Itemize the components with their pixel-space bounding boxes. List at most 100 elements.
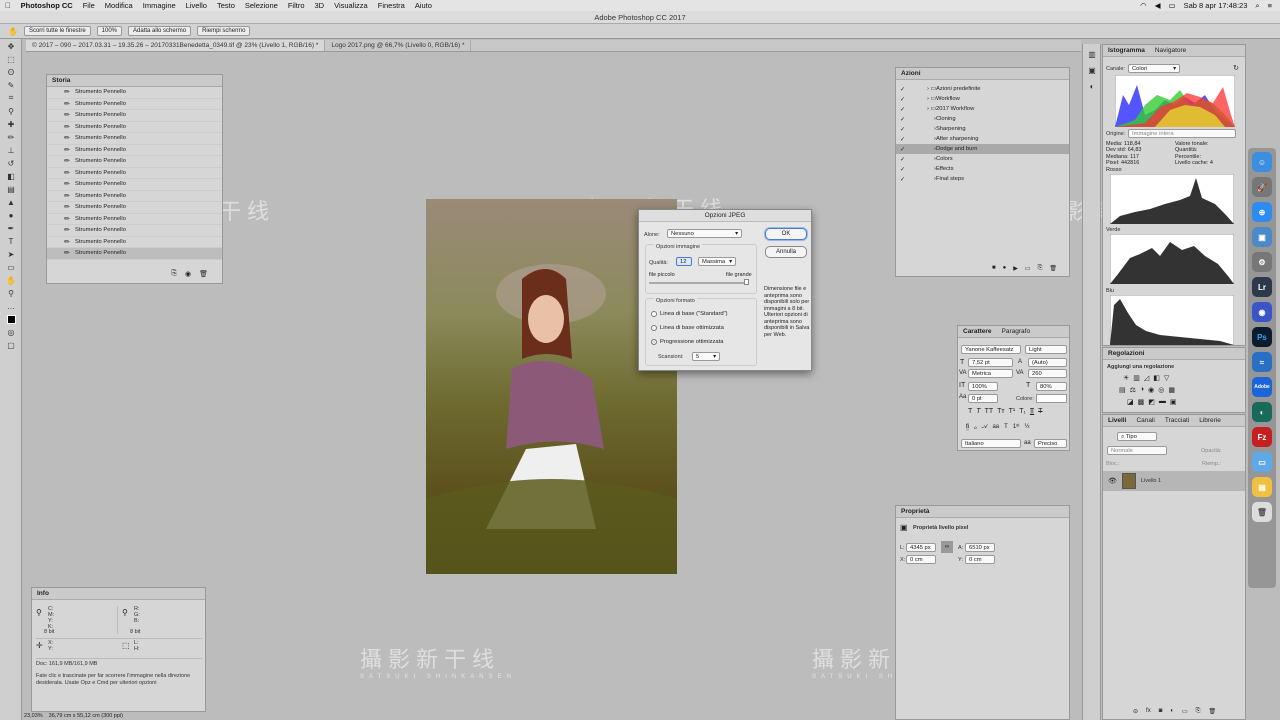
check-icon[interactable]: ✓ <box>900 136 905 143</box>
exposure-icon[interactable]: ◧ <box>1153 374 1160 382</box>
menu-filtro[interactable]: Filtro <box>283 1 310 10</box>
bw-icon[interactable]: ◑ <box>1140 386 1144 394</box>
folder-icon[interactable]: ▭ <box>1252 452 1272 472</box>
brush-tool-icon[interactable]: ✏ <box>3 131 19 143</box>
siri-icon[interactable]: ◉ <box>1252 302 1272 322</box>
gradient-map-icon[interactable]: ▬ <box>1159 398 1166 406</box>
channel-mixer-icon[interactable]: ◎ <box>1158 386 1164 394</box>
crop-tool-icon[interactable]: ⌗ <box>3 92 19 104</box>
photo-filter-icon[interactable]: ◉ <box>1148 386 1154 394</box>
pen-tool-icon[interactable]: ✒ <box>3 222 19 234</box>
action-item[interactable]: ✓ › Effects <box>896 164 1069 174</box>
threshold-icon[interactable]: ◩ <box>1148 398 1155 406</box>
photoshop-icon[interactable]: Ps <box>1252 327 1272 347</box>
delete-layer-icon[interactable]: 🗑 <box>1208 708 1216 715</box>
action-item[interactable]: ✓ › ▭ Workflow <box>896 94 1069 104</box>
leading-select[interactable]: (Auto) <box>1028 358 1067 367</box>
color-balance-icon[interactable]: ⚖ <box>1130 386 1136 394</box>
faux-bold-icon[interactable]: T <box>968 408 972 415</box>
menu-aiuto[interactable]: Aiuto <box>410 1 437 10</box>
kerning-select[interactable]: Metrica <box>968 369 1013 378</box>
record-icon[interactable]: ● <box>1003 265 1007 272</box>
menu-testo[interactable]: Testo <box>212 1 240 10</box>
adjustments-icon[interactable]: ◐ <box>1084 80 1100 92</box>
fx-icon[interactable]: fx <box>1146 708 1151 715</box>
tab-paths[interactable]: Tracciati <box>1165 415 1189 426</box>
history-item[interactable]: ✏ Strumento Pennello <box>47 156 222 168</box>
language-select[interactable]: Italiano <box>961 439 1021 448</box>
hand-tool-icon[interactable]: ✋ <box>3 274 19 286</box>
lasso-tool-icon[interactable]: ʘ <box>3 66 19 78</box>
history-item[interactable]: ✏ Strumento Pennello <box>47 110 222 122</box>
check-icon[interactable]: ✓ <box>900 106 905 113</box>
volume-icon[interactable]: ◀ <box>1155 1 1161 10</box>
matte-select[interactable]: Nessuno ▾ <box>667 229 742 238</box>
check-icon[interactable]: ✓ <box>900 166 905 173</box>
vertical-scale-input[interactable]: 100% <box>968 382 998 391</box>
discretionary-icon[interactable]: ℴ <box>974 424 977 431</box>
notes-icon[interactable]: ▤ <box>1252 477 1272 497</box>
superscript-icon[interactable]: T¹ <box>1009 408 1016 415</box>
history-item[interactable]: ✏ Strumento Pennello <box>47 145 222 156</box>
history-item[interactable]: ✏ Strumento Pennello <box>47 202 222 214</box>
selective-color-icon[interactable]: ▣ <box>1170 398 1177 406</box>
folder-icon[interactable]: › ▭ <box>927 106 936 112</box>
tab-histogram[interactable]: Istogramma <box>1108 45 1145 56</box>
menu-immagine[interactable]: Immagine <box>138 1 181 10</box>
action-item[interactable]: ✓ › After sharpening <box>896 134 1069 144</box>
history-item[interactable]: ✏ Strumento Pennello <box>47 248 222 260</box>
progressive-radio[interactable]: Progressione ottimizzata <box>651 339 723 345</box>
path-select-icon[interactable]: ➤ <box>3 248 19 260</box>
quality-input[interactable]: 12 <box>676 257 692 266</box>
gradient-icon[interactable]: ▤ <box>3 183 19 195</box>
marquee-tool-icon[interactable]: ⬚ <box>3 53 19 65</box>
menu-visualizza[interactable]: Visualizza <box>329 1 373 10</box>
trash-icon[interactable]: 🗑 <box>199 270 208 278</box>
adjustments-title[interactable]: Regolazioni <box>1108 348 1144 359</box>
tab-document-2[interactable]: Logo 2017.png @ 66,7% (Livello 0, RGB/16… <box>325 40 472 51</box>
settings-icon[interactable]: ⚙ <box>1252 252 1272 272</box>
quick-select-icon[interactable]: ✎ <box>3 79 19 91</box>
dodge-icon[interactable]: ● <box>3 209 19 221</box>
stop-icon[interactable]: ■ <box>992 265 996 272</box>
brightness-icon[interactable]: ☀ <box>1123 374 1129 382</box>
ordinals-icon[interactable]: 1ˢᵗ <box>1013 424 1020 431</box>
subscript-icon[interactable]: T₁ <box>1019 408 1026 415</box>
group-icon[interactable]: ▭ <box>1182 708 1188 715</box>
new-set-icon[interactable]: ▭ <box>1025 265 1031 272</box>
mask-icon[interactable]: ◙ <box>1159 708 1163 715</box>
menu-selezione[interactable]: Selezione <box>240 1 283 10</box>
cancel-button[interactable]: Annulla <box>765 246 807 258</box>
swash-icon[interactable]: 𝒜 <box>982 424 988 431</box>
list-icon[interactable]: ≡ <box>1268 1 1272 10</box>
all-caps-icon[interactable]: TT <box>985 408 994 415</box>
check-icon[interactable]: ✓ <box>900 116 905 123</box>
adobe-icon[interactable]: Adobe <box>1252 377 1272 397</box>
layer-kind-filter[interactable]: ⌕ Tipo <box>1117 432 1157 441</box>
eraser-icon[interactable]: ◧ <box>3 170 19 182</box>
text-color-swatch[interactable] <box>1036 394 1067 403</box>
action-item[interactable]: ✓ › Colors <box>896 154 1069 164</box>
baseline-optimized-radio[interactable]: Linea di base ottimizzata <box>651 325 724 331</box>
font-size-select[interactable]: 7,52 pt <box>968 358 1013 367</box>
color-swatches[interactable] <box>3 313 19 325</box>
filezilla-icon[interactable]: Fz <box>1252 427 1272 447</box>
font-family-select[interactable]: Yanone Kaffeesatz <box>961 345 1021 354</box>
ligatures-icon[interactable]: ﬁ <box>966 424 969 431</box>
menu-3d[interactable]: 3D <box>310 1 330 10</box>
history-item[interactable]: ✏ Strumento Pennello <box>47 168 222 179</box>
status-zoom[interactable]: 23,03% <box>24 713 43 719</box>
y-input[interactable]: 0 cm <box>965 555 995 564</box>
zoom-tool-icon[interactable]: ⚲ <box>3 287 19 299</box>
origin-select[interactable]: Immagine intera <box>1128 129 1236 138</box>
fractions-icon[interactable]: ½ <box>1025 424 1030 431</box>
menu-finestra[interactable]: Finestra <box>373 1 410 10</box>
tab-character[interactable]: Carattere <box>963 326 992 337</box>
quality-slider-handle[interactable] <box>744 279 749 285</box>
apple-icon[interactable]:  <box>0 1 16 10</box>
history-item[interactable]: ✏ Strumento Pennello <box>47 225 222 237</box>
navigator-icon[interactable]: ▣ <box>1084 64 1100 76</box>
actions-title[interactable]: Azioni <box>901 68 921 79</box>
folder-icon[interactable]: › ▭ <box>927 86 936 92</box>
action-item[interactable]: ✓ › ▭ 2017 Workflow <box>896 104 1069 114</box>
